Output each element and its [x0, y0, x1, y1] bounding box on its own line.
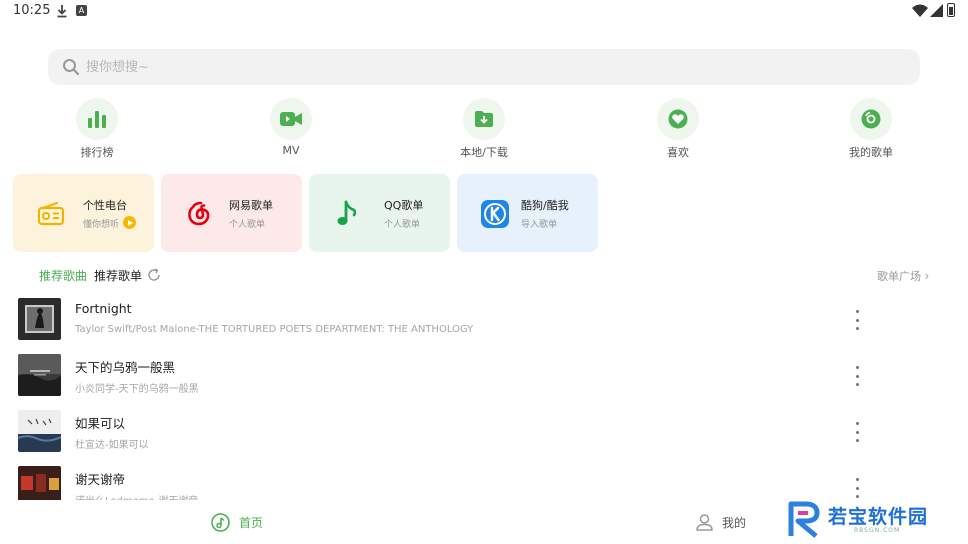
- wifi-icon: [912, 4, 928, 17]
- user-icon: [696, 514, 713, 531]
- chart-bars-icon: [88, 111, 106, 128]
- video-camera-icon: [280, 112, 302, 126]
- more-options-icon[interactable]: [849, 366, 865, 386]
- more-options-icon[interactable]: [849, 310, 865, 330]
- song-subtitle: 小炎同学-天下的乌鸦一般黑: [75, 384, 199, 395]
- quick-nav-mv[interactable]: MV: [251, 98, 331, 160]
- play-circle-icon[interactable]: [123, 216, 136, 229]
- song-row[interactable]: Fortnight Taylor Swift/Post Malone-THE T…: [0, 298, 968, 354]
- radio-icon: [37, 200, 65, 228]
- rbsgn-logo-icon: [788, 501, 820, 538]
- card-title: 个性电台: [83, 199, 127, 212]
- qq-music-icon: [333, 200, 361, 228]
- watermark-text: 若宝软件园: [828, 506, 929, 528]
- card-title: 酷狗/酷我: [521, 199, 569, 212]
- nav-home[interactable]: 首页: [211, 513, 263, 532]
- quick-nav-my-playlists[interactable]: 我的歌单: [831, 98, 911, 160]
- card-kugou-kuwo[interactable]: 酷狗/酷我 导入歌单: [457, 174, 598, 252]
- disc-icon: [861, 109, 881, 129]
- card-title: 网易歌单: [229, 199, 273, 212]
- card-subtitle: 导入歌单: [521, 220, 558, 230]
- download-icon: [57, 5, 67, 18]
- more-options-icon[interactable]: [849, 478, 865, 498]
- quick-nav-label: 喜欢: [667, 146, 689, 159]
- quick-nav-label: 我的歌单: [849, 146, 893, 159]
- favorites-icon-circle: [657, 98, 699, 140]
- chevron-right-icon: ›: [924, 269, 930, 283]
- song-title: 天下的乌鸦一般黑: [75, 360, 176, 375]
- quick-nav-label: 本地/下载: [460, 146, 508, 159]
- quick-nav-label: MV: [282, 144, 300, 157]
- rankings-icon-circle: [76, 98, 118, 140]
- quick-nav-label: 排行榜: [80, 146, 114, 159]
- card-personal-radio[interactable]: 个性电台 懂你想听: [13, 174, 154, 252]
- mv-icon-circle: [270, 98, 312, 140]
- local-icon-circle: [463, 98, 505, 140]
- tab-recommended-songs[interactable]: 推荐歌曲: [39, 267, 87, 284]
- song-cover: [18, 298, 61, 340]
- quick-nav-favorites[interactable]: 喜欢: [638, 98, 718, 160]
- card-subtitle: 个人歌单: [384, 220, 421, 230]
- song-title: Fortnight: [75, 301, 132, 316]
- song-cover: [18, 354, 61, 396]
- nav-mine[interactable]: 我的: [696, 513, 746, 531]
- card-subtitle: 个人歌单: [229, 220, 266, 230]
- app-notification-icon: A: [76, 5, 87, 16]
- song-title: 如果可以: [75, 416, 126, 431]
- nav-home-label: 首页: [239, 516, 264, 530]
- music-note-icon: [211, 513, 230, 532]
- my-playlists-icon-circle: [850, 98, 892, 140]
- song-title: 谢天谢帝: [75, 472, 126, 487]
- search-bar[interactable]: [48, 49, 920, 85]
- card-title: QQ歌单: [384, 199, 424, 212]
- heart-icon: [668, 109, 688, 129]
- status-time: 10:25: [13, 3, 51, 18]
- signal-icon: [930, 4, 943, 17]
- quick-nav-rankings[interactable]: 排行榜: [57, 98, 137, 160]
- card-subtitle: 懂你想听: [83, 220, 120, 230]
- song-subtitle: 杜宣达-如果可以: [75, 440, 149, 451]
- playlist-square-label: 歌单广场: [877, 270, 921, 283]
- watermark-subtext: RBSGN.COM: [854, 527, 901, 534]
- folder-download-icon: [475, 111, 493, 127]
- card-qq-playlist[interactable]: QQ歌单 个人歌单: [309, 174, 450, 252]
- nav-mine-label: 我的: [722, 515, 747, 530]
- playlist-square-link[interactable]: 歌单广场 ›: [877, 268, 929, 284]
- status-bar: 10:25 A: [0, 0, 968, 24]
- quick-nav-local-download[interactable]: 本地/下载: [444, 98, 524, 160]
- refresh-icon[interactable]: [147, 268, 161, 282]
- search-input[interactable]: [86, 49, 906, 85]
- card-netease-playlist[interactable]: 网易歌单 个人歌单: [161, 174, 302, 252]
- song-row[interactable]: 天下的乌鸦一般黑 小炎同学-天下的乌鸦一般黑: [0, 354, 968, 410]
- song-subtitle: Taylor Swift/Post Malone-THE TORTURED PO…: [75, 324, 474, 335]
- tab-recommended-playlists[interactable]: 推荐歌单: [94, 267, 142, 284]
- watermark-logo: 若宝软件园 RBSGN.COM: [786, 500, 956, 540]
- netease-icon: [185, 200, 213, 228]
- kugou-icon: [481, 200, 509, 228]
- search-icon: [63, 59, 80, 76]
- song-row[interactable]: 如果可以 杜宣达-如果可以: [0, 410, 968, 466]
- song-cover: [18, 410, 61, 452]
- more-options-icon[interactable]: [849, 422, 865, 442]
- battery-icon: [947, 3, 955, 17]
